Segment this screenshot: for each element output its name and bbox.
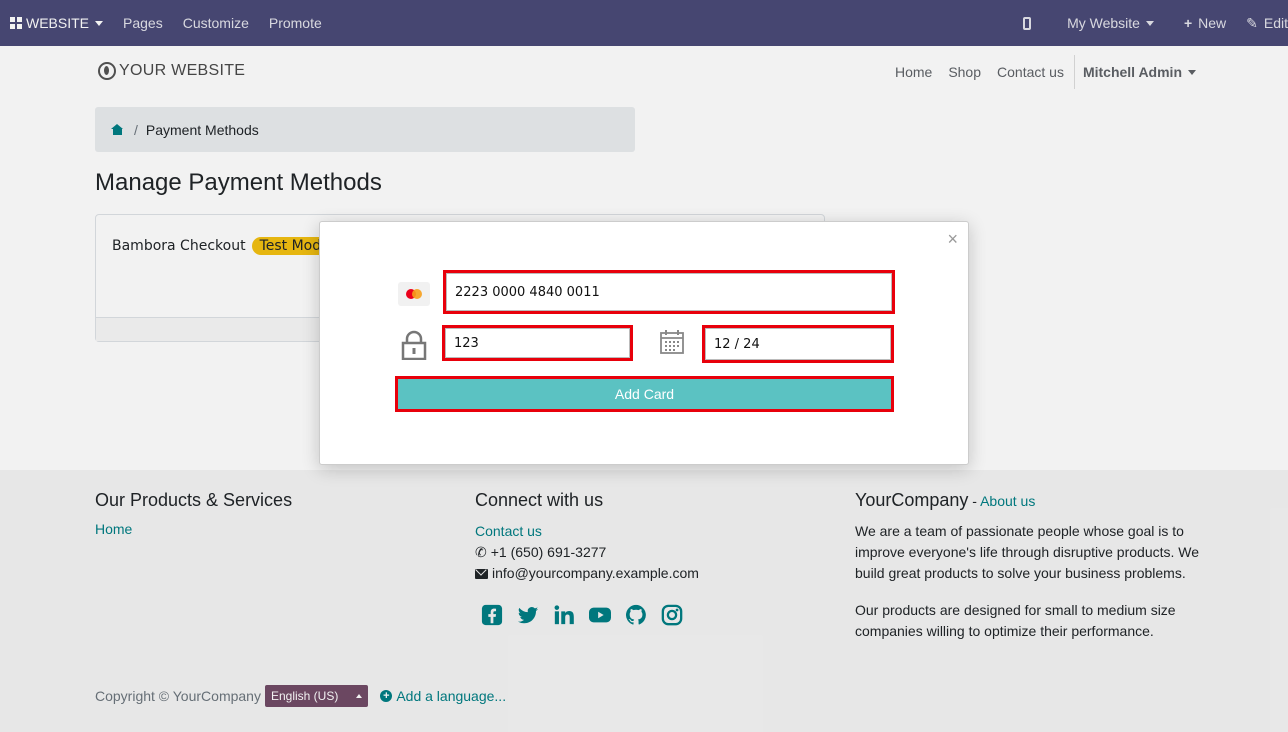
card-number-highlight	[443, 270, 895, 314]
mastercard-icon	[398, 282, 430, 306]
add-card-button[interactable]: Add Card	[398, 379, 891, 409]
close-icon[interactable]: ×	[947, 230, 958, 248]
add-card-modal: × Add Card	[319, 221, 969, 465]
cvc-highlight	[442, 325, 633, 361]
cvc-input[interactable]	[445, 328, 630, 358]
expiry-input[interactable]	[705, 328, 891, 360]
lock-icon	[401, 330, 427, 360]
calendar-icon	[660, 330, 684, 354]
card-number-input[interactable]	[446, 273, 892, 311]
add-card-highlight: Add Card	[395, 376, 894, 412]
expiry-highlight	[702, 325, 894, 363]
